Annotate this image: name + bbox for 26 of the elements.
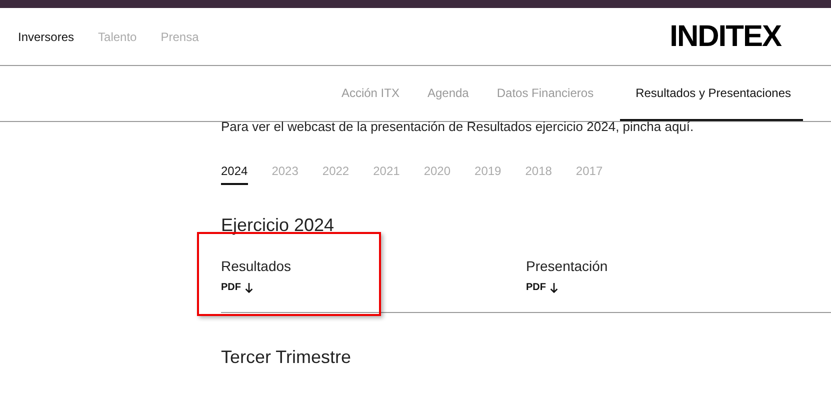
year-tab[interactable]: 2018 [525, 164, 552, 185]
year-tab[interactable]: 2024 [221, 164, 248, 185]
nav-tab[interactable]: Datos Financieros [494, 66, 596, 121]
header-link[interactable]: Prensa [160, 30, 199, 44]
logo[interactable]: INDITEX [670, 20, 781, 54]
header-link[interactable]: Talento [98, 30, 137, 44]
year-tab[interactable]: 2020 [424, 164, 451, 185]
year-tab[interactable]: 2023 [272, 164, 298, 185]
section-title: Ejercicio 2024 [221, 215, 336, 236]
year-tab[interactable]: 2022 [322, 164, 350, 185]
document-title: Presentación [526, 258, 609, 274]
download-link[interactable]: PDF [221, 282, 253, 293]
year-tab[interactable]: 2019 [474, 164, 502, 185]
download-icon [550, 282, 558, 292]
download-icon [245, 282, 253, 292]
header-link[interactable]: Inversores [18, 30, 74, 44]
document-title: Resultados [221, 258, 292, 274]
year-tab[interactable]: 2017 [576, 164, 603, 185]
nav-tab[interactable]: Acción ITX [339, 66, 402, 121]
section-title: Tercer Trimestre [221, 347, 352, 368]
webcast-text: Para ver el webcast de la presentación de Resultados ejercicio 2024, pincha aquí. [221, 119, 695, 134]
webcast-link[interactable]: aquí [664, 119, 690, 134]
nav-tab[interactable]: Resultados y Presentaciones [620, 66, 803, 121]
nav-tab[interactable]: Agenda [425, 66, 471, 121]
year-tab[interactable]: 2021 [373, 164, 400, 185]
download-link[interactable]: PDF [526, 282, 558, 293]
